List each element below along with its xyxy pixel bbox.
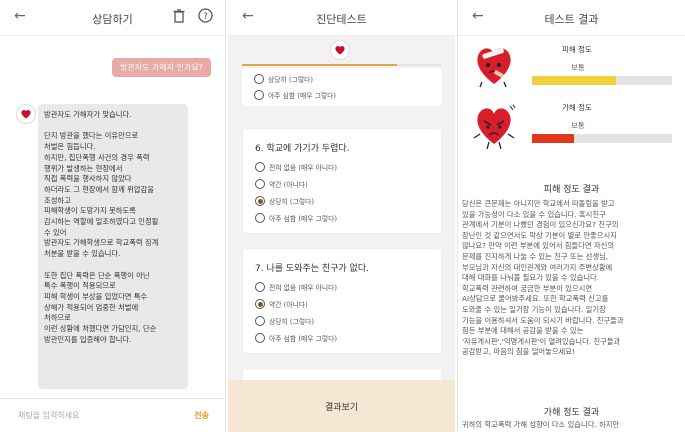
radio-button[interactable] (254, 90, 264, 100)
option-item[interactable]: 아주 심함 (매우 그렇다) (255, 333, 337, 343)
bot-message: 방관자도 가해자가 맞습니다. 단지 방관을 했다는 이유만으로 처벌은 힘듭니… (38, 104, 188, 389)
question-title: 7. 나를 도와주는 친구가 없다. (255, 264, 369, 274)
send-button[interactable]: 전송 (194, 410, 209, 421)
option-item-selected[interactable]: 상당히 (그렇다) (255, 196, 314, 206)
offender-level: 보통 (571, 121, 585, 130)
chat-input-bar: 채팅을 입력하세요 전송 (0, 398, 225, 432)
radio-button[interactable] (254, 74, 264, 84)
option-item[interactable]: 상당히 (그렇다) (254, 74, 313, 84)
option-item[interactable]: 아주 심함 (매우 그렇다) (254, 90, 336, 100)
radio-button-selected[interactable] (255, 196, 265, 206)
offender-bar-fill (532, 134, 574, 143)
offender-bar (532, 134, 672, 143)
angry-heart-icon (472, 104, 516, 154)
test-top-bar: ← 진단테스트 (228, 0, 455, 36)
svg-text:?: ? (203, 12, 208, 22)
option-item[interactable]: 전혀 없음 (매우 아니다) (255, 282, 337, 292)
radio-button[interactable] (255, 333, 265, 343)
radio-button-selected[interactable] (255, 299, 265, 309)
option-item[interactable]: 전혀 없음 (매우 아니다) (255, 162, 337, 172)
option-item[interactable]: 상당히 (그렇다) (255, 316, 314, 326)
progress-fill (242, 64, 398, 66)
result-top-bar: ← 테스트 결과 (458, 0, 685, 36)
question-card-prev: 상당히 (그렇다) 아주 심함 (매우 그렇다) (242, 68, 442, 106)
help-icon[interactable]: ? (198, 8, 213, 27)
bot-heart-avatar-icon (16, 104, 36, 124)
option-item-selected[interactable]: 약간 (아니다) (255, 299, 308, 309)
victim-bar (532, 76, 672, 85)
radio-button[interactable] (255, 316, 265, 326)
question-title: 6. 학교에 가기가 두렵다. (255, 144, 350, 154)
radio-button[interactable] (255, 282, 265, 292)
result-button[interactable]: 결과보기 (228, 380, 455, 432)
option-item[interactable]: 약간 (아니다) (255, 179, 308, 189)
chat-input-field[interactable]: 채팅을 입력하세요 (18, 410, 79, 421)
result-screen: ← 테스트 결과 피해 정도 보통 가해 정도 보통 피해 정도 결과 당신은 … (457, 0, 685, 432)
victim-section-title: 피해 정도 결과 (543, 185, 600, 195)
test-screen: ← 진단테스트 상당히 (그렇다) 아주 심함 (매우 그렇다) 6. 학교에 … (228, 0, 455, 432)
victim-label: 피해 정도 (562, 45, 592, 54)
user-message: 방관자도 가해자 인가요? (112, 58, 211, 77)
test-title: 진단테스트 (316, 13, 367, 26)
result-title: 테스트 결과 (544, 13, 599, 26)
heart-logo-icon (330, 40, 350, 60)
radio-button[interactable] (255, 179, 265, 189)
offender-section-title: 가해 정도 결과 (543, 408, 600, 418)
radio-button[interactable] (255, 162, 265, 172)
radio-button[interactable] (255, 213, 265, 223)
question-card-6: 6. 학교에 가기가 두렵다. 전혀 없음 (매우 아니다) 약간 (아니다) … (242, 128, 442, 234)
victim-result-text: 당신은 큰문제는 아니지만 학교에서 따돌림을 받고 있을 가능성이 다소 있을… (462, 199, 624, 357)
offender-result-text: 귀하의 학교폭력 가해 성향이 다소 있습니다. 하지만 (462, 420, 620, 429)
question-card-7: 7. 나를 도와주는 친구가 없다. 전혀 없음 (매우 아니다) 약간 (아니… (242, 248, 442, 354)
offender-label: 가해 정도 (562, 103, 592, 112)
option-item[interactable]: 아주 심함 (매우 그렇다) (255, 213, 337, 223)
chat-top-bar: ← 상담하기 ? (0, 0, 225, 36)
trash-icon[interactable] (173, 8, 185, 27)
victim-level: 보통 (571, 63, 585, 72)
chat-screen: ← 상담하기 ? 방관자도 가해자 인가요? 방관자도 가해자가 맞습니다. 단… (0, 0, 226, 432)
victim-bar-fill (532, 76, 616, 85)
chat-title: 상담하기 (92, 13, 133, 26)
hurt-heart-icon (472, 42, 516, 92)
progress-bar (242, 64, 441, 66)
